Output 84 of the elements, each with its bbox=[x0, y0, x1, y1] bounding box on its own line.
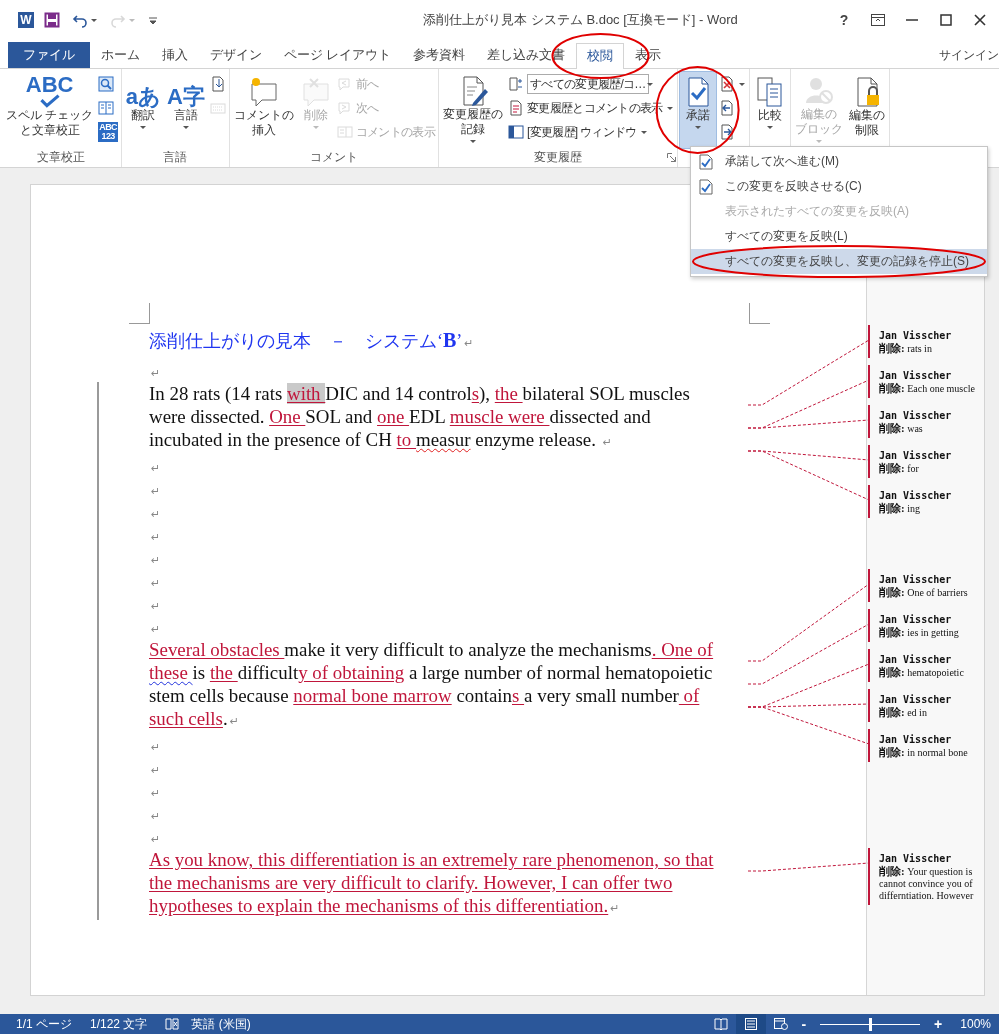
paragraph-mark: ↵ bbox=[150, 507, 162, 523]
comment-balloon[interactable]: Jan Visscher 削除: Each one muscle bbox=[868, 365, 985, 398]
icon-button[interactable]: ABC 123 bbox=[96, 121, 120, 143]
comment-balloon[interactable]: Jan Visscher 削除: ed in bbox=[868, 689, 985, 722]
menu-item[interactable]: 承諾して次へ進む(M) bbox=[691, 149, 987, 174]
comment-text: 削除: ies in getting bbox=[879, 626, 960, 639]
paragraph-mark: ↵ bbox=[150, 832, 162, 848]
ribbon-button[interactable]: コメントの 挿入 bbox=[230, 71, 297, 149]
paragraph-text: As you know, this differentiation is an extremely rare phenomenon, so that the mechanisms are very difficult to clarify. However, I can offer two hypotheses to explain the mechanisms of this differentiation.↵ bbox=[149, 848, 715, 918]
ribbon-tab[interactable]: 参考資料 bbox=[402, 42, 477, 68]
comment-balloon[interactable]: Jan Visscher 削除: in normal bone bbox=[868, 729, 985, 762]
paragraph-mark: ↵ bbox=[150, 809, 162, 825]
menu-item[interactable]: この変更を反映させる(C) bbox=[691, 174, 987, 199]
paragraph-mark: ↵ bbox=[150, 461, 162, 477]
paragraph-mark: ↵ bbox=[150, 553, 162, 569]
comment-author: Jan Visscher bbox=[879, 329, 953, 342]
comment-text: 削除: in normal bone bbox=[879, 746, 969, 759]
document-heading: 添削仕上がりの見本 － システム‘B’↵ bbox=[149, 328, 475, 353]
comment-text: 削除: Your question is cannot convince you of differntiation. However bbox=[879, 865, 975, 902]
comment-author: Jan Visscher bbox=[879, 613, 953, 626]
paragraph-mark: ↵ bbox=[150, 366, 162, 382]
comment-balloon[interactable]: Jan Visscher 削除: One of barriers bbox=[868, 569, 985, 602]
ribbon-tab[interactable]: ページ レイアウト bbox=[273, 42, 403, 68]
comment-author: Jan Visscher bbox=[879, 449, 953, 462]
paragraph-mark: ↵ bbox=[150, 484, 162, 500]
status-text: 英語 (米国) bbox=[191, 1015, 251, 1033]
ribbon-button[interactable]: aあ 翻訳 bbox=[122, 71, 164, 149]
comment-text: 削除: Each one muscle bbox=[879, 382, 976, 395]
zoom-in-button[interactable]: + bbox=[926, 1016, 951, 1032]
comment-text: 削除: hematopoietic bbox=[879, 666, 965, 679]
ribbon-tab[interactable]: デザイン bbox=[199, 42, 273, 68]
comment-author: Jan Visscher bbox=[879, 369, 953, 382]
comment-text: 削除: for bbox=[879, 462, 920, 475]
paragraph-mark: ↵ bbox=[150, 763, 162, 779]
comment-balloon[interactable]: Jan Visscher 削除: hematopoietic bbox=[868, 649, 985, 682]
status-text: 1/122 文字 bbox=[90, 1015, 148, 1033]
paragraph-mark: ↵ bbox=[150, 576, 162, 592]
ribbon-tab[interactable]: 挿入 bbox=[151, 42, 199, 68]
paragraph-mark: ↵ bbox=[150, 599, 162, 615]
comment-balloon[interactable]: Jan Visscher 削除: ing bbox=[868, 485, 985, 518]
comment-balloon[interactable]: Jan Visscher 削除: rats in bbox=[868, 325, 985, 358]
ribbon-button[interactable]: 変更履歴の 記録 bbox=[440, 71, 506, 149]
comment-balloon[interactable]: Jan Visscher 削除: ies in getting bbox=[868, 609, 985, 642]
comment-text: 削除: ed in bbox=[879, 706, 928, 719]
zoom-level: 100% bbox=[960, 1017, 991, 1031]
comment-author: Jan Visscher bbox=[879, 653, 953, 666]
app-icon[interactable]: W bbox=[18, 12, 34, 28]
comment-balloon[interactable]: Jan Visscher 削除: for bbox=[868, 445, 985, 478]
status-text: 1/1 ページ bbox=[16, 1015, 72, 1033]
group-label: コメント bbox=[309, 149, 358, 166]
comment-balloon[interactable]: Jan Visscher 削除: Your question is cannot convince you of differntiation. However bbox=[868, 848, 985, 905]
menu-item[interactable]: すべての変更を反映し、変更の記録を停止(S) bbox=[691, 249, 987, 274]
comment-author: Jan Visscher bbox=[879, 852, 953, 865]
ribbon-button[interactable]: ABC スペル チェック と文章校正 bbox=[3, 71, 97, 149]
ribbon-button[interactable]: A字 言語 bbox=[164, 71, 208, 149]
ribbon-tab[interactable]: 校閲 bbox=[576, 43, 625, 69]
group-label: 変更履歴 bbox=[533, 149, 582, 166]
comment-author: Jan Visscher bbox=[879, 409, 953, 422]
comment-author: Jan Visscher bbox=[879, 489, 953, 502]
window-title: 添削仕上がり見本 システム B.doc [互換モード] - Word bbox=[422, 11, 739, 29]
comment-author: Jan Visscher bbox=[879, 573, 953, 586]
menu-item[interactable]: すべての変更を反映(L) bbox=[691, 224, 987, 249]
comment-text: 削除: ing bbox=[879, 502, 921, 515]
ribbon-button[interactable]: 承諾 bbox=[678, 71, 717, 149]
ribbon-button[interactable]: [変更履歴] ウィンドウ bbox=[506, 121, 676, 143]
comment-balloon[interactable]: Jan Visscher 削除: was bbox=[868, 405, 985, 438]
paragraph-mark: ↵ bbox=[150, 786, 162, 802]
file-tab[interactable]: ファイル bbox=[8, 42, 90, 68]
paragraph-mark: ↵ bbox=[150, 740, 162, 756]
paragraph-text: Several obstacles make it very difficult to analyze the mechanisms. One of these is the difficulty of obtaining a large number of normal hematopoietic stem cells because normal bone marrow contains a very small number of such cells.↵ bbox=[149, 638, 715, 731]
comment-author: Jan Visscher bbox=[879, 733, 953, 746]
comment-author: Jan Visscher bbox=[879, 693, 953, 706]
zoom-out-button[interactable]: - bbox=[793, 1016, 815, 1032]
sign-in-link[interactable]: サインイン bbox=[935, 42, 999, 68]
group-label: 文章校正 bbox=[37, 149, 86, 166]
group-label: 言語 bbox=[163, 149, 188, 166]
paragraph-mark: ↵ bbox=[150, 530, 162, 546]
comment-text: 削除: rats in bbox=[879, 342, 933, 355]
comment-text: 削除: was bbox=[879, 422, 924, 435]
paragraph-mark: ↵ bbox=[150, 622, 162, 638]
paragraph-text: In 28 rats (14 rats with DIC and 14 controls), the bilateral SOL muscles were dissected. One SOL and one EDL muscle were dissected and incubated in the presence of CH to measur enzyme release. ↵ bbox=[149, 382, 691, 452]
ribbon-tab[interactable]: ホーム bbox=[90, 42, 151, 68]
comment-text: 削除: One of barriers bbox=[879, 586, 969, 599]
help-button[interactable]: ? bbox=[833, 9, 855, 31]
